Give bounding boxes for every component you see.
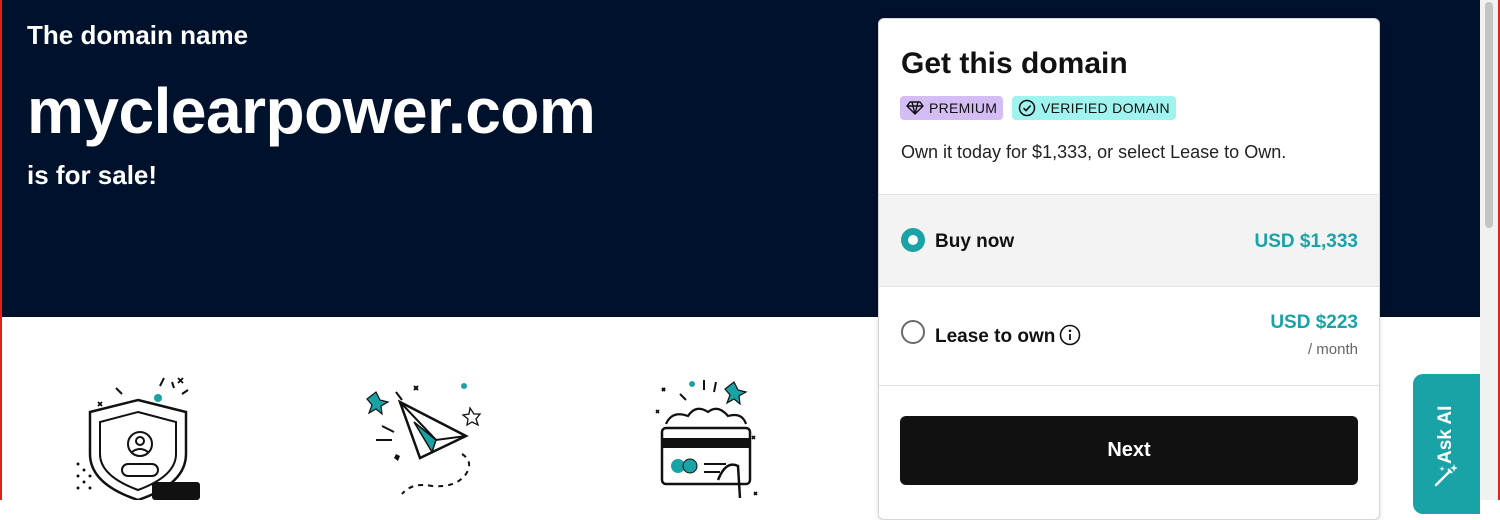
premium-badge: PREMIUM <box>900 96 1004 120</box>
paper-plane-icon <box>366 383 482 495</box>
hand-card-illustration <box>642 376 772 500</box>
lease-price: USD $223 <box>1270 312 1358 333</box>
hero-lead: The domain name <box>27 20 249 50</box>
shield-user-illustration <box>68 372 208 500</box>
magic-wand-icon <box>1434 464 1458 487</box>
price-description: Own it today for $1,333, or select Lease… <box>901 142 1287 162</box>
hand-card-icon <box>655 380 758 499</box>
paper-plane-illustration <box>362 378 492 500</box>
verified-badge: VERIFIED DOMAIN <box>1012 96 1176 120</box>
shield-user-icon <box>76 377 200 500</box>
check-circle-icon <box>1018 99 1036 117</box>
lease-period: / month <box>1307 341 1358 358</box>
scrollbar-thumb[interactable] <box>1485 2 1493 228</box>
info-icon[interactable] <box>1059 324 1081 346</box>
lease-to-own-radio[interactable] <box>901 320 925 344</box>
buy-now-label: Buy now <box>935 231 1015 252</box>
lease-to-own-label: Lease to own <box>935 326 1056 347</box>
ask-ai-label: Ask AI <box>1435 405 1456 464</box>
premium-badge-label: PREMIUM <box>929 100 998 116</box>
next-button[interactable]: Next <box>900 416 1358 485</box>
buy-now-price: USD $1,333 <box>1254 231 1358 252</box>
option-lease-to-own[interactable]: Lease to own USD $223 / month <box>879 286 1379 386</box>
diamond-icon <box>906 101 924 115</box>
hero-tail: is for sale! <box>27 160 158 190</box>
purchase-card: Get this domain PREMIUM VERIFIED DOMAIN … <box>878 18 1380 520</box>
option-buy-now[interactable]: Buy now USD $1,333 <box>879 194 1379 287</box>
card-title: Get this domain <box>901 47 1128 80</box>
domain-name: myclearpower.com <box>27 75 596 147</box>
buy-now-radio[interactable] <box>901 228 925 252</box>
verified-badge-label: VERIFIED DOMAIN <box>1041 100 1170 116</box>
ask-ai-button[interactable]: Ask AI <box>1413 374 1480 514</box>
